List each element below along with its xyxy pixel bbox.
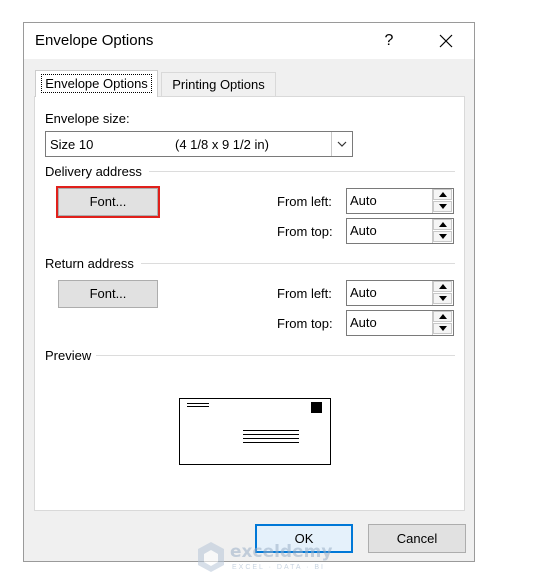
envelope-size-label: Envelope size: [45, 111, 130, 126]
envelope-size-dimensions: (4 1/8 x 9 1/2 in) [175, 137, 269, 152]
return-from-left-value: Auto [350, 285, 377, 300]
watermark-name: exceldemy [230, 542, 333, 562]
delivery-from-left-down-button[interactable] [433, 201, 452, 212]
return-from-left-input[interactable]: Auto [346, 280, 454, 306]
return-divider [141, 263, 455, 264]
envelope-size-dropdown-button[interactable] [331, 132, 352, 156]
watermark-tagline: EXCEL · DATA · BI [232, 564, 325, 571]
delivery-from-left-value: Auto [350, 193, 377, 208]
tab-envelope-options[interactable]: Envelope Options [35, 70, 158, 97]
title-bar: Envelope Options ? [24, 23, 474, 59]
delivery-from-left-label: From left: [277, 194, 332, 209]
triangle-up-icon [439, 222, 447, 227]
return-from-left-label: From left: [277, 286, 332, 301]
dialog-title: Envelope Options [35, 32, 154, 49]
envelope-size-select[interactable]: Size 10 (4 1/8 x 9 1/2 in) [45, 131, 353, 157]
tab-printing-options[interactable]: Printing Options [161, 72, 276, 96]
exceldemy-logo-icon [198, 542, 224, 572]
triangle-up-icon [439, 314, 447, 319]
delivery-divider [149, 171, 455, 172]
preview-heading: Preview [45, 348, 92, 363]
return-from-left-down-button[interactable] [433, 293, 452, 304]
triangle-up-icon [439, 192, 447, 197]
return-from-left-spinner [432, 281, 453, 305]
exceldemy-watermark: exceldemy EXCEL · DATA · BI [196, 539, 341, 581]
delivery-from-top-value: Auto [350, 223, 377, 238]
delivery-from-top-spinner [432, 219, 453, 243]
return-font-button-label: Font... [89, 286, 127, 301]
return-address-heading: Return address [45, 256, 134, 271]
delivery-from-left-input[interactable]: Auto [346, 188, 454, 214]
cancel-button[interactable]: Cancel [368, 524, 466, 553]
delivery-from-top-label: From top: [277, 224, 333, 239]
envelope-preview-graphic [187, 402, 322, 443]
return-from-top-input[interactable]: Auto [346, 310, 454, 336]
delivery-from-top-input[interactable]: Auto [346, 218, 454, 244]
delivery-from-top-down-button[interactable] [433, 231, 452, 242]
return-from-top-value: Auto [350, 315, 377, 330]
triangle-up-icon [439, 284, 447, 289]
close-icon [439, 34, 453, 48]
return-from-top-spinner [432, 311, 453, 335]
tab-printing-options-label: Printing Options [172, 77, 265, 92]
envelope-size-name: Size 10 [50, 137, 94, 152]
envelope-preview [179, 398, 331, 465]
triangle-down-icon [439, 326, 447, 331]
highlight-box [56, 186, 160, 218]
delivery-from-left-spinner [432, 189, 453, 213]
return-from-top-label: From top: [277, 316, 333, 331]
cancel-button-label: Cancel [396, 531, 438, 546]
delivery-from-left-up-button[interactable] [433, 189, 452, 200]
delivery-from-top-up-button[interactable] [433, 219, 452, 230]
triangle-down-icon [439, 204, 447, 209]
tab-envelope-options-label: Envelope Options [41, 74, 152, 93]
return-font-button[interactable]: Font... [58, 280, 158, 308]
close-button[interactable] [434, 29, 458, 53]
triangle-down-icon [439, 296, 447, 301]
envelope-options-dialog: Envelope Options ? Envelope Options Prin… [23, 22, 475, 562]
triangle-down-icon [439, 234, 447, 239]
return-from-left-up-button[interactable] [433, 281, 452, 292]
return-from-top-down-button[interactable] [433, 323, 452, 334]
delivery-address-heading: Delivery address [45, 164, 142, 179]
help-button[interactable]: ? [377, 29, 401, 53]
preview-divider [96, 355, 455, 356]
return-from-top-up-button[interactable] [433, 311, 452, 322]
chevron-down-icon [337, 141, 347, 147]
